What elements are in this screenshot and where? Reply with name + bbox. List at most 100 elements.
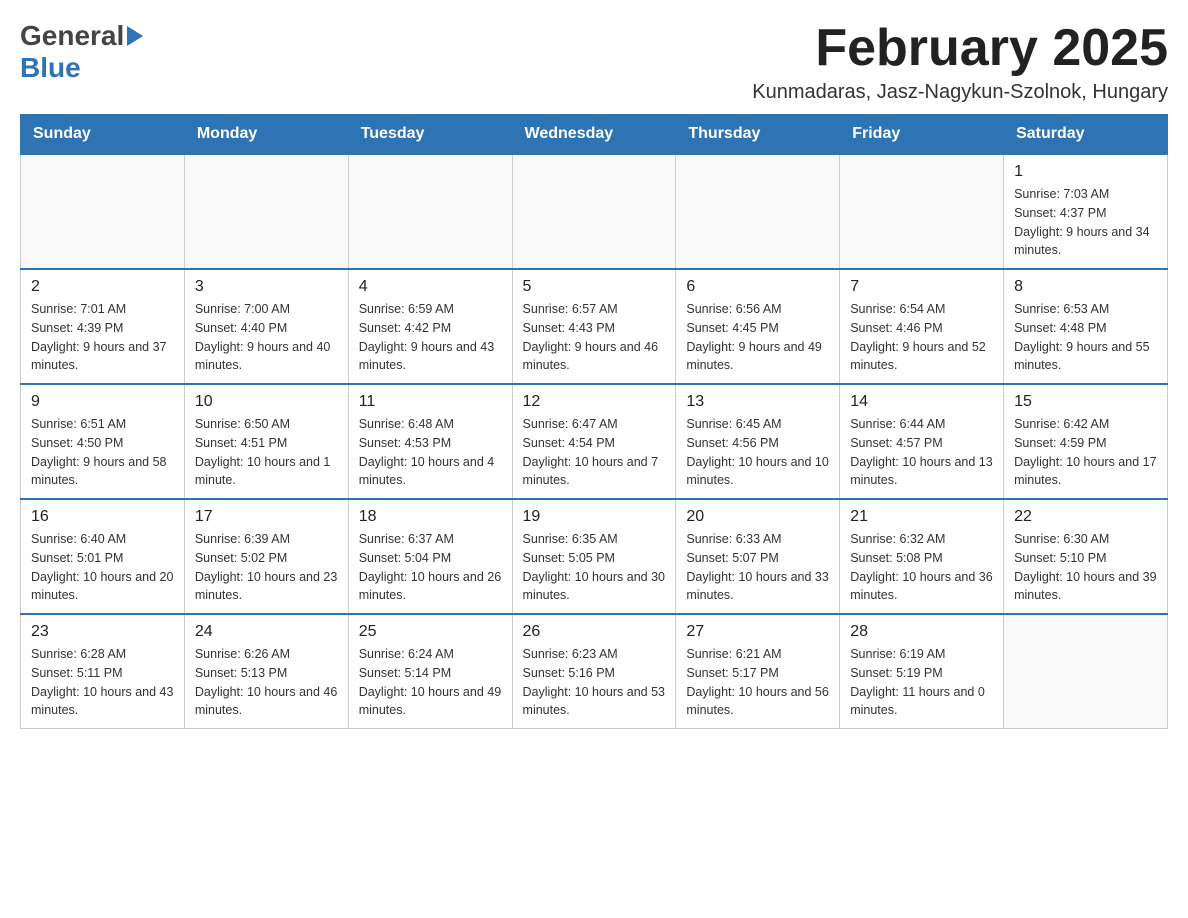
calendar-cell: 13 Sunrise: 6:45 AM Sunset: 4:56 PM Dayli… (676, 384, 840, 499)
calendar-cell: 4 Sunrise: 6:59 AM Sunset: 4:42 PM Daylig… (348, 269, 512, 384)
day-info: Sunrise: 6:24 AM Sunset: 5:14 PM Dayligh… (359, 645, 502, 720)
day-number: 12 (523, 393, 666, 411)
day-number: 7 (850, 278, 993, 296)
calendar-table: SundayMondayTuesdayWednesdayThursdayFrid… (20, 114, 1168, 729)
day-info: Sunrise: 6:47 AM Sunset: 4:54 PM Dayligh… (523, 415, 666, 490)
calendar-cell: 21 Sunrise: 6:32 AM Sunset: 5:08 PM Dayli… (840, 499, 1004, 614)
day-number: 20 (686, 508, 829, 526)
day-number: 18 (359, 508, 502, 526)
day-info: Sunrise: 6:26 AM Sunset: 5:13 PM Dayligh… (195, 645, 338, 720)
day-number: 4 (359, 278, 502, 296)
calendar-cell (676, 154, 840, 269)
calendar-cell (512, 154, 676, 269)
calendar-cell: 9 Sunrise: 6:51 AM Sunset: 4:50 PM Daylig… (21, 384, 185, 499)
day-number: 11 (359, 393, 502, 411)
day-info: Sunrise: 6:40 AM Sunset: 5:01 PM Dayligh… (31, 530, 174, 605)
calendar-cell: 3 Sunrise: 7:00 AM Sunset: 4:40 PM Daylig… (184, 269, 348, 384)
title-block: February 2025 Kunmadaras, Jasz-Nagykun-S… (752, 20, 1168, 104)
day-info: Sunrise: 6:57 AM Sunset: 4:43 PM Dayligh… (523, 300, 666, 375)
calendar-cell: 10Sunrise: 6:50 AM Sunset: 4:51 PM Dayli… (184, 384, 348, 499)
day-info: Sunrise: 7:03 AM Sunset: 4:37 PM Dayligh… (1014, 185, 1157, 260)
weekday-header-tuesday: Tuesday (348, 115, 512, 155)
weekday-header-monday: Monday (184, 115, 348, 155)
day-info: Sunrise: 6:45 AM Sunset: 4:56 PM Dayligh… (686, 415, 829, 490)
calendar-cell: 7 Sunrise: 6:54 AM Sunset: 4:46 PM Daylig… (840, 269, 1004, 384)
weekday-header-saturday: Saturday (1004, 115, 1168, 155)
day-number: 26 (523, 623, 666, 641)
calendar-cell: 28 Sunrise: 6:19 AM Sunset: 5:19 PM Dayli… (840, 614, 1004, 729)
calendar-cell: 2 Sunrise: 7:01 AM Sunset: 4:39 PM Daylig… (21, 269, 185, 384)
day-info: Sunrise: 6:19 AM Sunset: 5:19 PM Dayligh… (850, 645, 993, 720)
day-number: 21 (850, 508, 993, 526)
calendar-cell: 27Sunrise: 6:21 AM Sunset: 5:17 PM Dayli… (676, 614, 840, 729)
calendar-cell: 20 Sunrise: 6:33 AM Sunset: 5:07 PM Dayli… (676, 499, 840, 614)
day-info: Sunrise: 6:21 AM Sunset: 5:17 PM Dayligh… (686, 645, 829, 720)
day-info: Sunrise: 6:51 AM Sunset: 4:50 PM Dayligh… (31, 415, 174, 490)
day-number: 8 (1014, 278, 1157, 296)
day-number: 23 (31, 623, 174, 641)
calendar-week-5: 23 Sunrise: 6:28 AM Sunset: 5:11 PM Dayli… (21, 614, 1168, 729)
logo: General Blue (20, 20, 143, 84)
calendar-cell (1004, 614, 1168, 729)
calendar-cell (21, 154, 185, 269)
day-info: Sunrise: 6:32 AM Sunset: 5:08 PM Dayligh… (850, 530, 993, 605)
calendar-week-1: 1 Sunrise: 7:03 AM Sunset: 4:37 PM Daylig… (21, 154, 1168, 269)
month-title: February 2025 (752, 20, 1168, 77)
day-info: Sunrise: 6:28 AM Sunset: 5:11 PM Dayligh… (31, 645, 174, 720)
day-number: 1 (1014, 163, 1157, 181)
calendar-cell: 1 Sunrise: 7:03 AM Sunset: 4:37 PM Daylig… (1004, 154, 1168, 269)
calendar-cell: 15 Sunrise: 6:42 AM Sunset: 4:59 PM Dayli… (1004, 384, 1168, 499)
calendar-cell: 6 Sunrise: 6:56 AM Sunset: 4:45 PM Daylig… (676, 269, 840, 384)
calendar-cell (840, 154, 1004, 269)
weekday-header-thursday: Thursday (676, 115, 840, 155)
day-info: Sunrise: 6:54 AM Sunset: 4:46 PM Dayligh… (850, 300, 993, 375)
page-header: General Blue February 2025 Kunmadaras, J… (20, 20, 1168, 104)
calendar-cell: 23 Sunrise: 6:28 AM Sunset: 5:11 PM Dayli… (21, 614, 185, 729)
calendar-week-4: 16 Sunrise: 6:40 AM Sunset: 5:01 PM Dayli… (21, 499, 1168, 614)
calendar-week-2: 2 Sunrise: 7:01 AM Sunset: 4:39 PM Daylig… (21, 269, 1168, 384)
calendar-cell: 25Sunrise: 6:24 AM Sunset: 5:14 PM Dayli… (348, 614, 512, 729)
day-number: 16 (31, 508, 174, 526)
logo-general-text: General (20, 20, 124, 52)
calendar-cell: 11 Sunrise: 6:48 AM Sunset: 4:53 PM Dayli… (348, 384, 512, 499)
day-number: 10 (195, 393, 338, 411)
day-number: 14 (850, 393, 993, 411)
day-info: Sunrise: 6:35 AM Sunset: 5:05 PM Dayligh… (523, 530, 666, 605)
day-info: Sunrise: 7:01 AM Sunset: 4:39 PM Dayligh… (31, 300, 174, 375)
day-number: 17 (195, 508, 338, 526)
day-info: Sunrise: 6:33 AM Sunset: 5:07 PM Dayligh… (686, 530, 829, 605)
calendar-cell: 19 Sunrise: 6:35 AM Sunset: 5:05 PM Dayli… (512, 499, 676, 614)
day-number: 13 (686, 393, 829, 411)
calendar-header: SundayMondayTuesdayWednesdayThursdayFrid… (21, 115, 1168, 155)
calendar-week-3: 9 Sunrise: 6:51 AM Sunset: 4:50 PM Daylig… (21, 384, 1168, 499)
weekday-header-wednesday: Wednesday (512, 115, 676, 155)
day-info: Sunrise: 6:59 AM Sunset: 4:42 PM Dayligh… (359, 300, 502, 375)
day-info: Sunrise: 7:00 AM Sunset: 4:40 PM Dayligh… (195, 300, 338, 375)
calendar-cell: 16 Sunrise: 6:40 AM Sunset: 5:01 PM Dayli… (21, 499, 185, 614)
calendar-cell (348, 154, 512, 269)
day-info: Sunrise: 6:44 AM Sunset: 4:57 PM Dayligh… (850, 415, 993, 490)
day-info: Sunrise: 6:42 AM Sunset: 4:59 PM Dayligh… (1014, 415, 1157, 490)
day-number: 6 (686, 278, 829, 296)
day-number: 15 (1014, 393, 1157, 411)
calendar-cell: 26Sunrise: 6:23 AM Sunset: 5:16 PM Dayli… (512, 614, 676, 729)
day-number: 19 (523, 508, 666, 526)
day-number: 9 (31, 393, 174, 411)
weekday-header-friday: Friday (840, 115, 1004, 155)
day-number: 2 (31, 278, 174, 296)
location-text: Kunmadaras, Jasz-Nagykun-Szolnok, Hungar… (752, 81, 1168, 104)
calendar-cell: 17Sunrise: 6:39 AM Sunset: 5:02 PM Dayli… (184, 499, 348, 614)
calendar-cell: 12 Sunrise: 6:47 AM Sunset: 4:54 PM Dayli… (512, 384, 676, 499)
day-info: Sunrise: 6:53 AM Sunset: 4:48 PM Dayligh… (1014, 300, 1157, 375)
weekday-header-sunday: Sunday (21, 115, 185, 155)
calendar-cell: 8 Sunrise: 6:53 AM Sunset: 4:48 PM Daylig… (1004, 269, 1168, 384)
calendar-cell: 5Sunrise: 6:57 AM Sunset: 4:43 PM Daylig… (512, 269, 676, 384)
day-info: Sunrise: 6:56 AM Sunset: 4:45 PM Dayligh… (686, 300, 829, 375)
day-number: 3 (195, 278, 338, 296)
day-number: 24 (195, 623, 338, 641)
logo-blue-text: Blue (20, 52, 81, 83)
calendar-cell: 22Sunrise: 6:30 AM Sunset: 5:10 PM Dayli… (1004, 499, 1168, 614)
day-number: 28 (850, 623, 993, 641)
day-info: Sunrise: 6:48 AM Sunset: 4:53 PM Dayligh… (359, 415, 502, 490)
day-number: 22 (1014, 508, 1157, 526)
